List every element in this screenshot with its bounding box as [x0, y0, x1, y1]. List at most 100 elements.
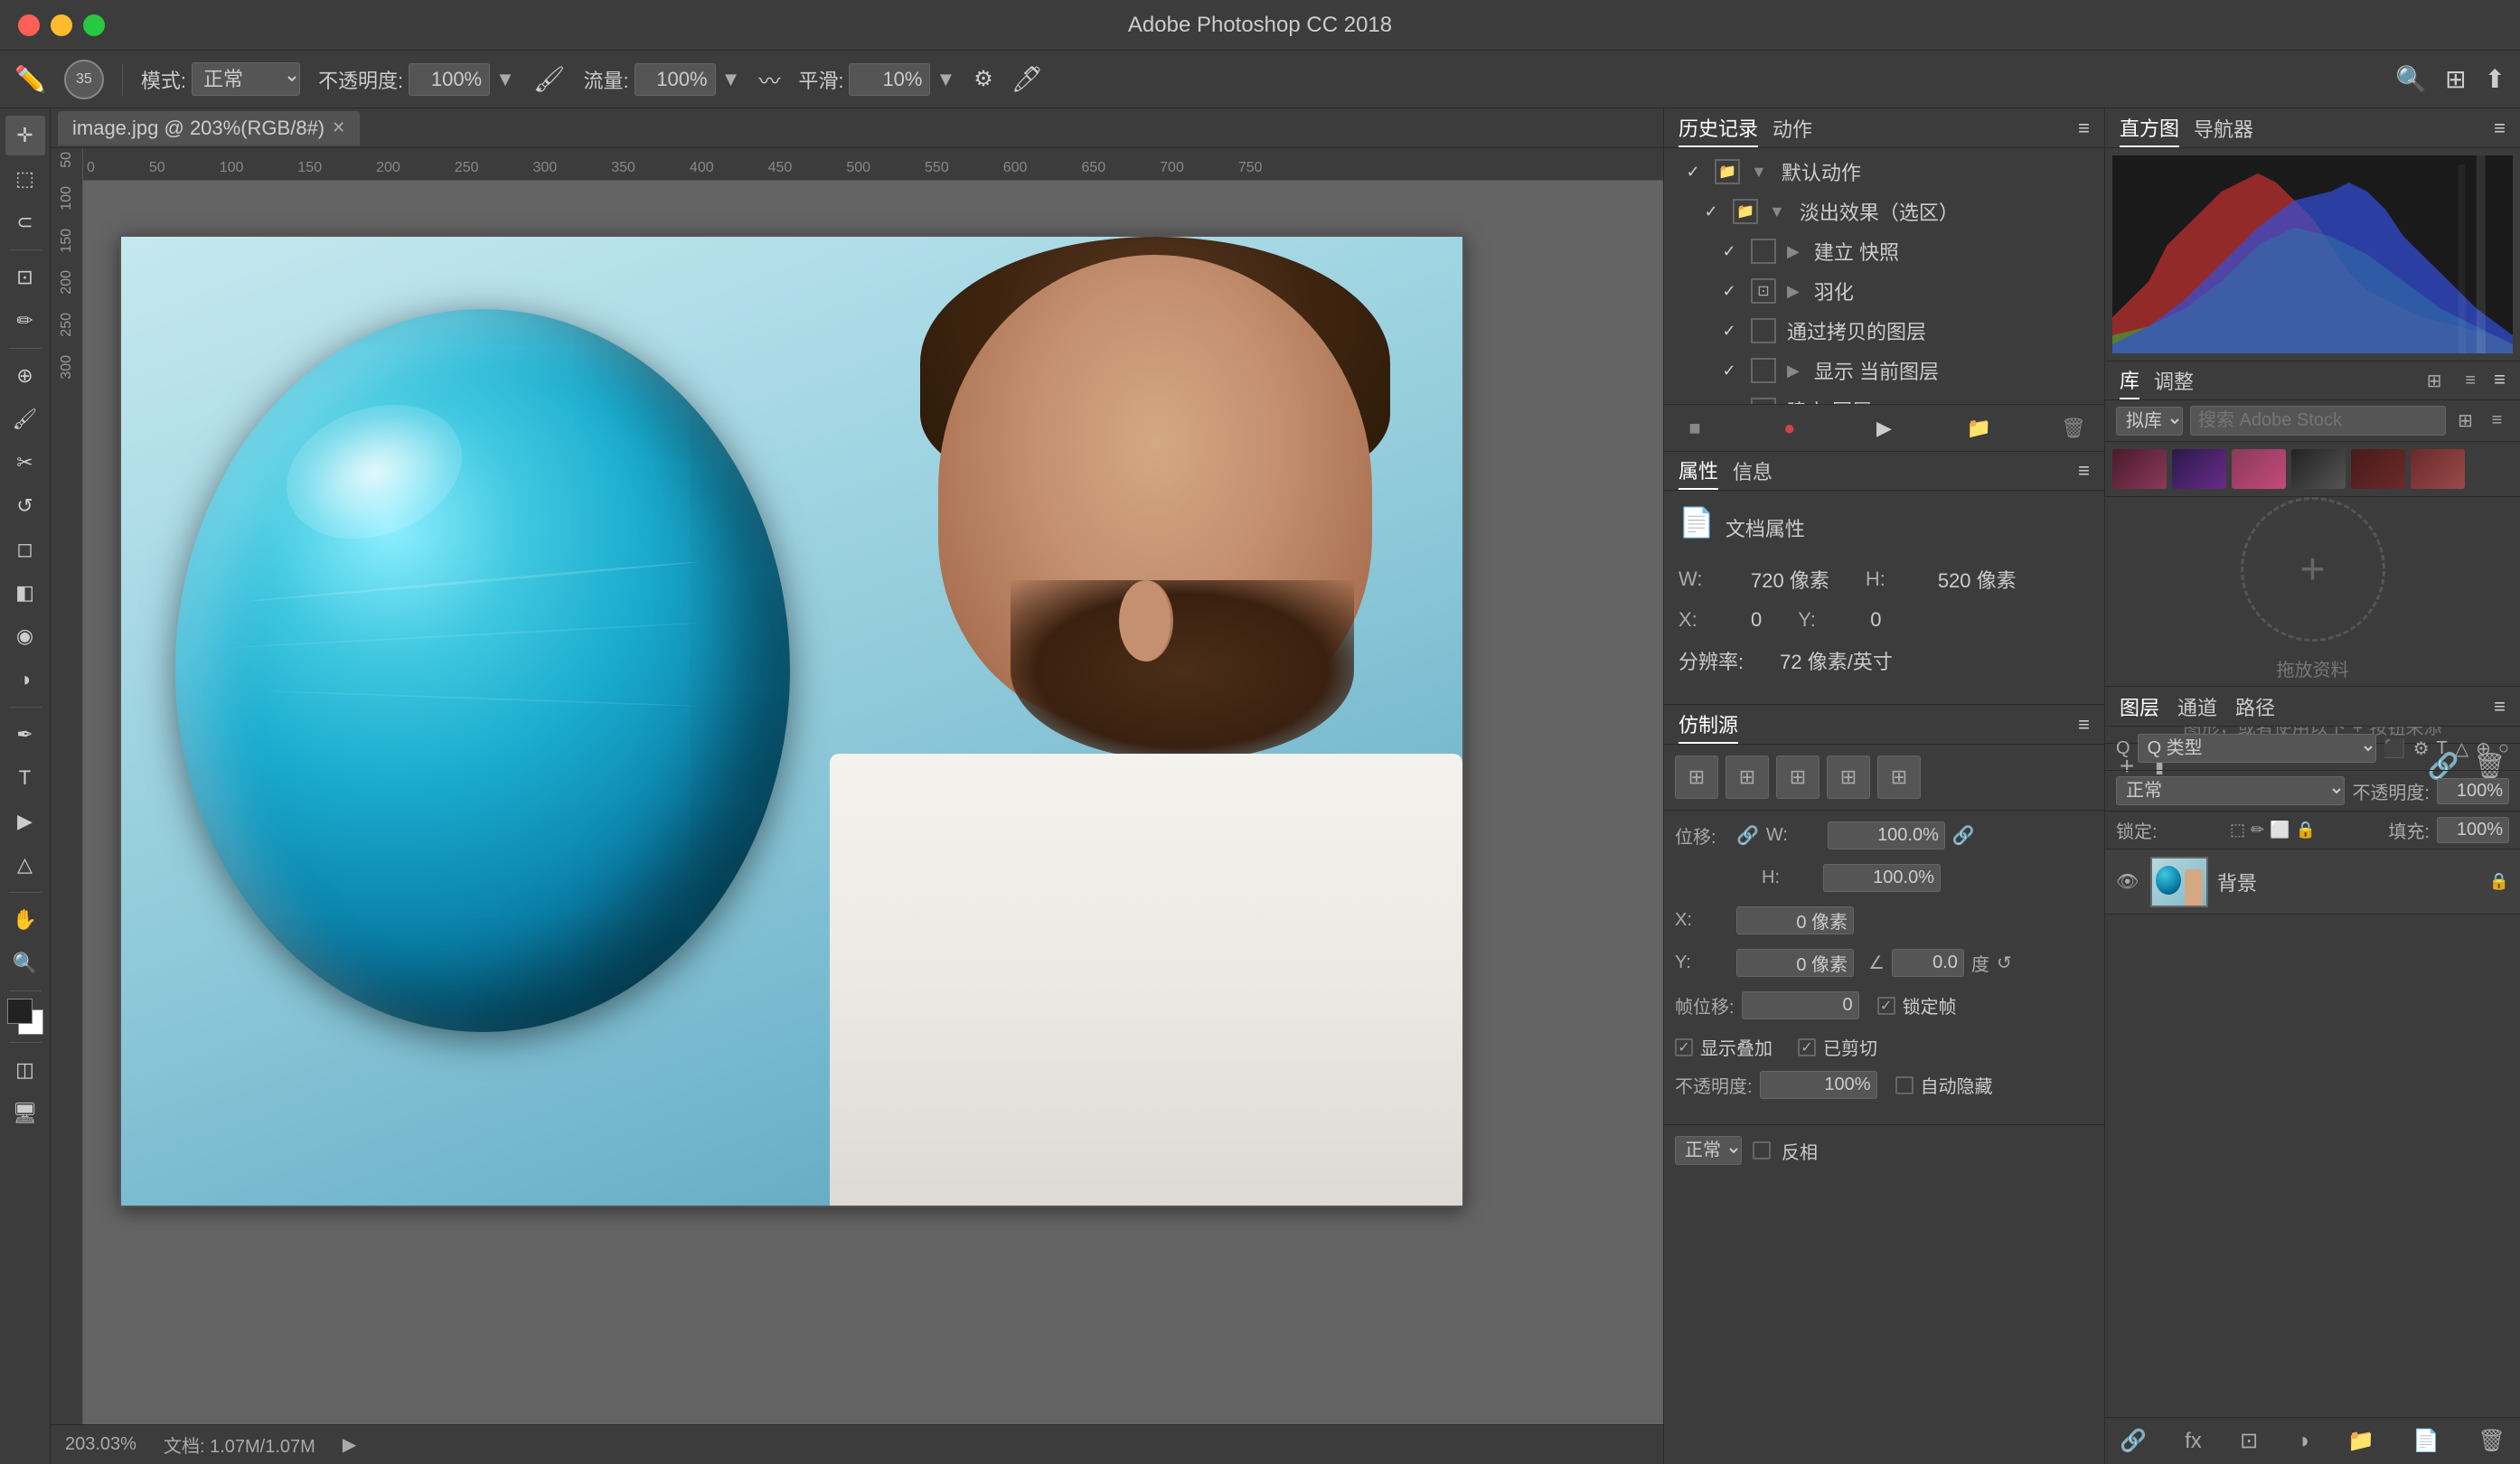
library-swatch-5[interactable]	[2351, 449, 2405, 489]
history-trash-btn[interactable]: 🗑	[2057, 412, 2090, 445]
library-grid-btn[interactable]: ⊞	[2421, 368, 2447, 393]
layers-tab[interactable]: 图层	[2120, 692, 2159, 721]
close-button[interactable]	[18, 14, 40, 36]
clone-w-input[interactable]	[1828, 821, 1945, 849]
info-tab[interactable]: 信息	[1733, 453, 1772, 489]
eraser-tool[interactable]: ◻	[5, 530, 45, 569]
histogram-tab[interactable]: 直方图	[2120, 109, 2179, 147]
statusbar-arrow[interactable]: ▶	[343, 1433, 356, 1456]
history-stop-btn[interactable]: ■	[1678, 412, 1711, 445]
smoothing-toggle[interactable]: 〰	[758, 63, 780, 95]
opacity-input[interactable]	[409, 63, 490, 96]
shape-filter-btn[interactable]: △	[2455, 737, 2468, 760]
history-item-3[interactable]: ✓ ⊡ ▶ 羽化	[1700, 271, 2104, 311]
library-swatch-2[interactable]	[2172, 449, 2226, 489]
type-filter-btn[interactable]: T	[2437, 738, 2448, 759]
shape-tool[interactable]: △	[5, 845, 45, 885]
lock-pixels-icon[interactable]: ⬚	[2230, 821, 2245, 840]
opacity-input[interactable]	[2437, 778, 2509, 804]
clone-y-input[interactable]	[1736, 949, 1854, 977]
library-tab[interactable]: 库	[2120, 361, 2139, 399]
clone-h-input[interactable]	[1823, 864, 1941, 892]
smart-filter-btn[interactable]: ⊕	[2476, 737, 2491, 760]
filter-toggle-btn[interactable]: ○	[2498, 738, 2509, 759]
pen-tool[interactable]: ✒	[5, 715, 45, 755]
clone-source-3[interactable]: ⊞	[1776, 755, 1819, 799]
history-record-btn[interactable]: ●	[1773, 412, 1806, 445]
type-tool[interactable]: T	[5, 758, 45, 798]
library-view-toggle[interactable]: ⊞	[2453, 408, 2478, 434]
library-menu[interactable]: ≡	[2494, 368, 2506, 393]
brush-preview[interactable]: 35	[64, 60, 104, 99]
adjustments-tab[interactable]: 调整	[2154, 362, 2194, 399]
foreground-color[interactable]	[7, 999, 33, 1024]
paths-tab[interactable]: 路径	[2235, 692, 2275, 721]
history-item-1[interactable]: ✓ 📁 ▼ 淡出效果（选区）	[1682, 192, 2104, 231]
blend-mode-select[interactable]: 正常	[2116, 776, 2345, 805]
smooth-settings-icon[interactable]: ⚙	[973, 66, 993, 92]
clone-source-1[interactable]: ⊞	[1675, 755, 1718, 799]
library-swatch-3[interactable]	[2232, 449, 2286, 489]
healing-tool[interactable]: ⊕	[5, 356, 45, 396]
move-tool[interactable]: ✛	[5, 116, 45, 155]
canvas-tab[interactable]: image.jpg @ 203%(RGB/8#) ✕	[58, 111, 360, 145]
crop-tool[interactable]: ⊡	[5, 258, 45, 297]
canvas-wrapper[interactable]	[83, 181, 1663, 1424]
clone-source-tab[interactable]: 仿制源	[1678, 706, 1738, 744]
histogram-menu[interactable]: ≡	[2494, 117, 2506, 140]
select-rect-tool[interactable]: ⬚	[5, 159, 45, 199]
show-overlay-checkbox[interactable]: ✓	[1675, 1038, 1693, 1056]
lock-artboard-icon[interactable]: ⬜	[2270, 821, 2290, 840]
add-mask-btn[interactable]: ⊡	[2240, 1428, 2258, 1454]
invert-checkbox[interactable]	[1753, 1141, 1771, 1159]
history-check-0[interactable]: ✓	[1682, 161, 1704, 183]
frame-input[interactable]	[1742, 991, 1859, 1019]
history-check-1[interactable]: ✓	[1700, 201, 1722, 222]
properties-panel-menu[interactable]: ≡	[2078, 459, 2090, 483]
delete-layer-btn[interactable]: 🗑	[2478, 1428, 2505, 1454]
new-layer-btn[interactable]: 📄	[2412, 1428, 2440, 1454]
minimize-button[interactable]	[51, 14, 72, 36]
flow-arrow[interactable]: ▼	[721, 68, 741, 91]
brush-tool[interactable]: 🖌	[5, 399, 45, 439]
share-icon[interactable]: ⬆	[2485, 64, 2506, 94]
history-check-4[interactable]: ✓	[1718, 320, 1740, 342]
channels-tab[interactable]: 通道	[2177, 692, 2217, 721]
clone-angle-input[interactable]	[1892, 949, 1964, 977]
view-mode-tool[interactable]: 🖥	[5, 1093, 45, 1133]
history-item-4[interactable]: ✓ 通过拷贝的图层	[1700, 311, 2104, 351]
window-arrange-icon[interactable]: ⊞	[2445, 64, 2466, 94]
tab-close-icon[interactable]: ✕	[332, 118, 345, 137]
add-fx-btn[interactable]: fx	[2185, 1429, 2202, 1454]
opacity-arrow[interactable]: ▼	[495, 68, 515, 91]
clone-panel-menu[interactable]: ≡	[2078, 713, 2090, 737]
new-adjustment-btn[interactable]: ◑	[2296, 1429, 2309, 1454]
history-brush-tool[interactable]: ↺	[5, 486, 45, 526]
clone-source-5[interactable]: ⊞	[1877, 755, 1921, 799]
hand-tool[interactable]: ✋	[5, 900, 45, 940]
reset-angle-btn[interactable]: ↺	[1997, 952, 2012, 974]
library-swatch-4[interactable]	[2291, 449, 2346, 489]
zoom-tool[interactable]: 🔍	[5, 943, 45, 983]
library-add-icon[interactable]: +	[2299, 545, 2325, 595]
library-list-toggle[interactable]: ≡	[2485, 408, 2509, 434]
properties-tab[interactable]: 属性	[1678, 452, 1718, 490]
history-item-5[interactable]: ✓ ▶ 显示 当前图层	[1700, 351, 2104, 390]
smooth-input[interactable]	[849, 63, 930, 96]
history-check-5[interactable]: ✓	[1718, 360, 1740, 381]
layer-type-select[interactable]: Q 类型	[2138, 734, 2376, 763]
history-tab[interactable]: 历史记录	[1678, 109, 1758, 147]
clone-source-2[interactable]: ⊞	[1725, 755, 1769, 799]
history-play-btn[interactable]: ▶	[1868, 412, 1901, 445]
smooth-arrow[interactable]: ▼	[936, 68, 955, 91]
airbrush-toggle[interactable]: 🖌	[533, 64, 566, 94]
history-check-3[interactable]: ✓	[1718, 280, 1740, 302]
blur-tool[interactable]: ◉	[5, 616, 45, 656]
clone-x-input[interactable]	[1736, 906, 1854, 934]
clone-stamp-tool[interactable]: ✂	[5, 443, 45, 483]
search-icon[interactable]: 🔍	[2395, 64, 2427, 94]
color-swatch[interactable]	[7, 999, 43, 1035]
brush-tool-icon[interactable]: ✏️	[14, 64, 46, 94]
clone-source-4[interactable]: ⊞	[1827, 755, 1870, 799]
layer-visibility-icon[interactable]: 👁	[2116, 870, 2141, 893]
